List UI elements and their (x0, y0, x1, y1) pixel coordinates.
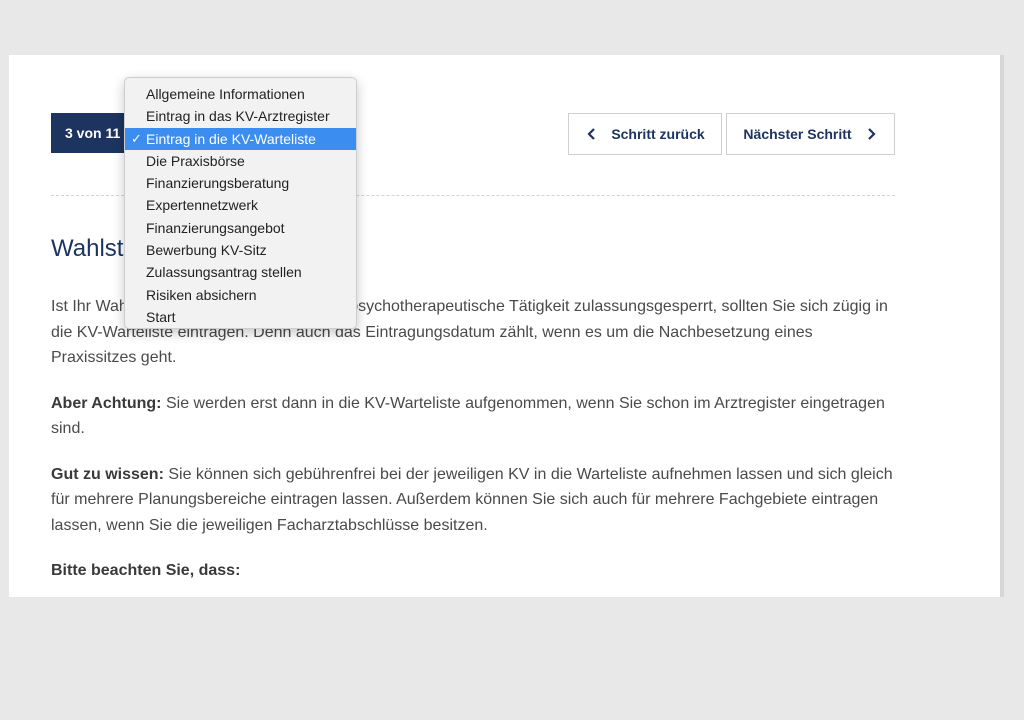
dropdown-item-label: Finanzierungsangebot (146, 219, 285, 236)
dropdown-item[interactable]: Die Praxisbörse (125, 150, 356, 172)
dropdown-item[interactable]: Start (125, 306, 356, 328)
dropdown-item[interactable]: Bewerbung KV-Sitz (125, 239, 356, 261)
article-body: Ist Ihr Wahlstandort für Ihre ärztliche … (51, 294, 901, 597)
dropdown-item-label: Allgemeine Informationen (146, 86, 305, 102)
panel-edge (1000, 55, 1004, 597)
dropdown-item[interactable]: Finanzierungsangebot (125, 217, 356, 239)
dropdown-item-selected[interactable]: ✓ Eintrag in die KV-Warteliste (125, 127, 356, 150)
dropdown-item-label: Die Praxisbörse (146, 152, 245, 169)
dropdown-item[interactable]: Expertennetzwerk (125, 194, 356, 216)
dropdown-item-label: Eintrag in die KV-Warteliste (146, 130, 316, 147)
note-label: Bitte beachten Sie, dass: (51, 562, 241, 579)
previous-step-label: Schritt zurück (611, 126, 705, 142)
page-title: Wahlst (51, 235, 124, 262)
dropdown-item[interactable]: Zulassungsantrag stellen (125, 261, 356, 283)
paragraph-warning: Aber Achtung: Sie werden erst dann in di… (51, 391, 901, 442)
warning-label: Aber Achtung: (51, 394, 162, 412)
dropdown-item-label: Bewerbung KV-Sitz (146, 242, 267, 259)
dropdown-item-label: Eintrag in das KV-Arztregister (146, 108, 330, 125)
checkmark-icon: ✓ (131, 130, 142, 146)
previous-step-button[interactable]: Schritt zurück (568, 113, 722, 155)
next-step-button[interactable]: Nächster Schritt (726, 113, 895, 155)
dropdown-item[interactable]: Risiken absichern (125, 284, 356, 306)
step-dropdown-menu[interactable]: Allgemeine Informationen Eintrag in das … (124, 77, 357, 329)
dropdown-item-label: Start (146, 308, 176, 325)
tip-text: Sie können sich gebührenfrei bei der jew… (51, 465, 893, 534)
step-counter: 3 von 11 (51, 113, 135, 153)
paragraph-note: Bitte beachten Sie, dass: (51, 558, 901, 584)
chevron-right-icon (864, 127, 878, 141)
dropdown-item[interactable]: Eintrag in das KV-Arztregister (125, 105, 356, 127)
dropdown-item[interactable]: Allgemeine Informationen (125, 83, 356, 105)
chevron-left-icon (585, 127, 599, 141)
dropdown-item-label: Finanzierungsberatung (146, 175, 290, 192)
dropdown-item[interactable]: Finanzierungsberatung (125, 172, 356, 194)
dropdown-item-label: Zulassungsantrag stellen (146, 264, 302, 281)
warning-text: Sie werden erst dann in die KV-Wartelist… (51, 394, 885, 438)
tip-label: Gut zu wissen: (51, 465, 164, 483)
paragraph-tip: Gut zu wissen: Sie können sich gebührenf… (51, 462, 901, 539)
dropdown-item-label: Expertennetzwerk (146, 197, 259, 214)
next-step-label: Nächster Schritt (743, 126, 852, 142)
dropdown-item-label: Risiken absichern (146, 286, 257, 303)
